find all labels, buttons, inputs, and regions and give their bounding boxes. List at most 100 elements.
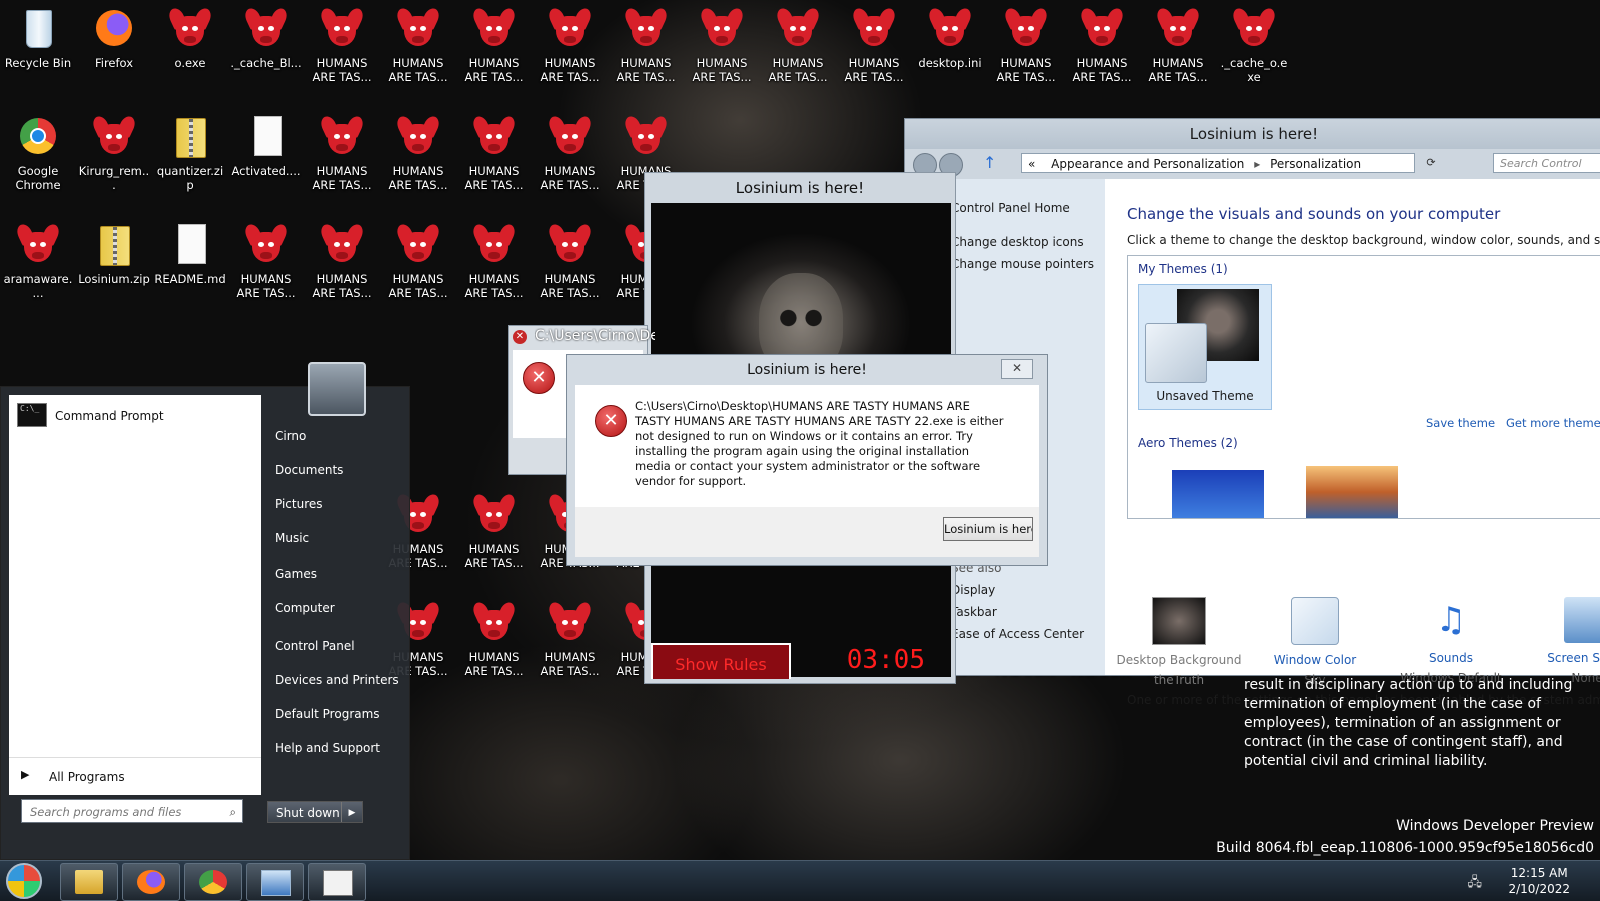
desktop-icon[interactable]: HUMANS ARE TAS... xyxy=(532,5,608,84)
desktop-icon[interactable]: HUMANS ARE TAS... xyxy=(304,5,380,84)
get-more-themes-link[interactable]: Get more themes online xyxy=(1506,416,1600,430)
desktop-icon[interactable]: HUMANS ARE TAS... xyxy=(760,5,836,84)
desktop-icon[interactable]: HUMANS ARE TAS... xyxy=(456,5,532,84)
desktop-icon[interactable]: HUMANS ARE TAS... xyxy=(304,113,380,192)
nav-link[interactable]: Display xyxy=(951,583,995,597)
desktop-icon[interactable]: Losinium.zip xyxy=(76,222,152,286)
desktop-icon[interactable]: HUMANS ARE TAS... xyxy=(380,5,456,84)
desktop-icon[interactable]: ._cache_o.exe xyxy=(1216,5,1292,84)
nav-link[interactable]: Change desktop icons xyxy=(951,235,1084,249)
desktop-icon[interactable]: HUMANS ARE TAS... xyxy=(608,5,684,84)
screen-saver-setting[interactable]: Screen Saver None xyxy=(1517,597,1600,685)
start-button[interactable] xyxy=(6,863,42,899)
shutdown-button[interactable]: Shut down ▶ xyxy=(267,801,363,823)
sounds-setting[interactable]: ♫ Sounds Windows Default xyxy=(1381,597,1521,685)
start-menu-item[interactable]: Help and Support xyxy=(275,741,380,755)
taskbar-control-panel[interactable] xyxy=(246,863,304,901)
start-menu-item[interactable]: Documents xyxy=(275,463,343,477)
desktop-icon[interactable]: HUMANS ARE TAS... xyxy=(532,221,608,300)
breadcrumb-item[interactable]: Personalization xyxy=(1270,157,1361,171)
start-menu-item[interactable]: Pictures xyxy=(275,497,323,511)
show-rules-button[interactable]: Show Rules xyxy=(651,643,791,679)
zip-folder-icon xyxy=(92,222,136,266)
start-menu-item[interactable]: Computer xyxy=(275,601,335,615)
desktop-icon[interactable]: README.md xyxy=(152,222,228,286)
desktop-icon[interactable]: HUMANS ARE TAS... xyxy=(836,5,912,84)
breadcrumb[interactable]: « Appearance and Personalization ▸ Perso… xyxy=(1021,153,1415,173)
start-search-input[interactable]: Search programs and files ⌕ xyxy=(21,799,243,823)
nav-home-link[interactable]: Control Panel Home xyxy=(951,201,1070,215)
start-menu-item[interactable]: Music xyxy=(275,531,309,545)
firefox-icon xyxy=(92,6,136,50)
firefox-icon xyxy=(137,870,165,894)
desktop-icon[interactable]: HUMANS ARE TAS... xyxy=(456,113,532,192)
up-arrow-icon[interactable]: ↑ xyxy=(983,153,996,172)
desktop-icon[interactable]: HUMANS ARE TAS... xyxy=(684,5,760,84)
desktop-icon[interactable]: o.exe xyxy=(152,5,228,70)
desktop-icon[interactable]: Kirurg_rem... xyxy=(76,113,152,192)
taskbar-notepad[interactable] xyxy=(308,863,366,901)
desktop-icon[interactable]: quantizer.zip xyxy=(152,114,228,192)
start-menu-item[interactable]: Control Panel xyxy=(275,639,355,653)
start-menu-item[interactable]: Cirno xyxy=(275,429,306,443)
desktop-icon[interactable]: Recycle Bin xyxy=(0,6,76,70)
nav-link[interactable]: Taskbar xyxy=(951,605,997,619)
taskbar: 🖧 12:15 AM 2/10/2022 xyxy=(0,860,1600,901)
start-menu-item[interactable]: Default Programs xyxy=(275,707,380,721)
aero-theme-tile[interactable] xyxy=(1306,466,1398,518)
desktop-icon-label: HUMANS ARE TAS... xyxy=(692,56,752,84)
desktop-icon[interactable]: HUMANS ARE TAS... xyxy=(988,5,1064,84)
desktop-icon-label: Losinium.zip xyxy=(78,272,150,286)
clock[interactable]: 12:15 AM 2/10/2022 xyxy=(1508,865,1570,897)
desktop-icon[interactable]: Activated.... xyxy=(228,114,304,178)
page-subtitle: Click a theme to change the desktop back… xyxy=(1127,233,1600,247)
desktop-icon[interactable]: HUMANS ARE TAS... xyxy=(456,599,532,678)
ok-button[interactable]: Losinium is here! xyxy=(943,517,1033,541)
start-menu-item[interactable]: Games xyxy=(275,567,317,581)
desktop-icon[interactable]: desktop.ini xyxy=(912,5,988,70)
desktop-icon[interactable]: HUMANS ARE TAS... xyxy=(532,599,608,678)
bull-icon xyxy=(546,5,594,50)
network-icon[interactable]: 🖧 xyxy=(1468,873,1483,895)
bull-icon xyxy=(470,221,518,266)
desktop-icon[interactable]: HUMANS ARE TAS... xyxy=(1064,5,1140,84)
close-button[interactable]: ✕ xyxy=(1001,359,1033,379)
desktop-icon[interactable]: aramaware.... xyxy=(0,221,76,300)
desktop-icon[interactable]: HUMANS ARE TAS... xyxy=(380,113,456,192)
window-title[interactable]: Losinium is here! xyxy=(905,119,1600,149)
save-theme-link[interactable]: Save theme xyxy=(1426,416,1495,430)
unsaved-theme-tile[interactable]: Unsaved Theme xyxy=(1138,284,1272,410)
bull-icon xyxy=(1154,5,1202,50)
user-avatar xyxy=(308,362,366,416)
search-input[interactable]: Search Control Panel xyxy=(1493,153,1600,190)
desktop-icon[interactable]: HUMANS ARE TAS... xyxy=(304,221,380,300)
breadcrumb-item[interactable]: Appearance and Personalization xyxy=(1051,157,1244,171)
desktop-icon[interactable]: Firefox xyxy=(76,6,152,70)
desktop-icon-label: desktop.ini xyxy=(918,56,982,70)
pinned-program[interactable]: C:\_ Command Prompt xyxy=(13,401,257,431)
desktop-icon[interactable]: Google Chrome xyxy=(0,114,76,192)
taskbar-chrome[interactable] xyxy=(184,863,242,901)
desktop-icon[interactable]: HUMANS ARE TAS... xyxy=(532,113,608,192)
desktop-icon[interactable]: HUMANS ARE TAS... xyxy=(456,221,532,300)
desktop-icon[interactable]: HUMANS ARE TAS... xyxy=(228,221,304,300)
dialog-title[interactable]: Losinium is here! xyxy=(567,355,1047,385)
all-programs[interactable]: ▶ All Programs xyxy=(9,757,261,792)
desktop-icon[interactable]: HUMANS ARE TAS... xyxy=(380,221,456,300)
desktop-icon[interactable]: ._cache_Bl... xyxy=(228,5,304,70)
refresh-icon[interactable]: ⟳ xyxy=(1421,153,1441,173)
window-color-setting[interactable]: Window Color Sky xyxy=(1245,597,1385,687)
arrow-right-icon[interactable]: ▶ xyxy=(341,802,362,822)
desktop-icon[interactable]: HUMANS ARE TAS... xyxy=(1140,5,1216,84)
nav-link[interactable]: Change mouse pointers xyxy=(951,257,1094,271)
window-title[interactable]: Losinium is here! xyxy=(645,173,955,203)
start-menu-item[interactable]: Devices and Printers xyxy=(275,673,399,687)
bull-icon xyxy=(546,113,594,158)
desktop-icon[interactable]: HUMANS ARE TAS... xyxy=(456,491,532,570)
taskbar-explorer[interactable] xyxy=(60,863,118,901)
nav-link[interactable]: Ease of Access Center xyxy=(951,627,1084,641)
breadcrumb-prefix: « xyxy=(1028,157,1036,171)
aero-theme-tile[interactable] xyxy=(1172,470,1264,518)
window-title[interactable]: C:\Users\Cirno\Desktop xyxy=(535,328,655,344)
taskbar-firefox[interactable] xyxy=(122,863,180,901)
